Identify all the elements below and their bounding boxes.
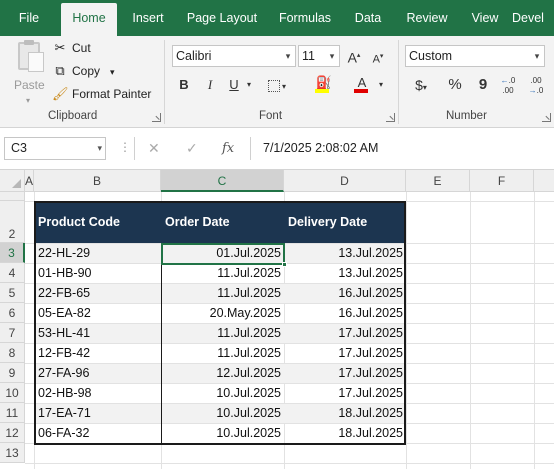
font-group-label: Font	[259, 110, 283, 122]
row-header-12[interactable]: 12	[0, 423, 25, 443]
cancel-icon[interactable]: ✕	[148, 137, 160, 160]
paste-label: Paste	[14, 78, 45, 92]
ribbon: Paste ▾ ✂ Cut ⧉ Copy ▾ 🖌 Format Painter Clip…	[0, 36, 554, 128]
tab-developer[interactable]: Devel	[512, 0, 554, 36]
borders-button[interactable]: ▾	[266, 74, 288, 96]
tab-page-layout[interactable]: Page Layout	[180, 0, 264, 36]
tab-view[interactable]: View	[464, 0, 506, 36]
paint-bucket-icon: ⛽	[315, 75, 333, 90]
name-box[interactable]: C3 ▾	[4, 137, 106, 160]
copy-button[interactable]: ⧉ Copy ▾	[52, 61, 115, 81]
number-format-select[interactable]: Custom ▾	[405, 45, 545, 67]
font-color-dropdown-icon[interactable]: ▾	[376, 74, 386, 96]
column-header-g[interactable]	[534, 170, 554, 192]
formula-input[interactable]: 7/1/2025 2:08:02 AM	[250, 137, 554, 160]
underline-dropdown-icon[interactable]: ▾	[244, 74, 254, 96]
number-group-label: Number	[446, 110, 487, 122]
bold-button[interactable]: B	[176, 74, 192, 96]
underline-button[interactable]: U	[226, 74, 242, 96]
tab-insert[interactable]: Insert	[124, 0, 172, 36]
row-header-2[interactable]: 2	[0, 201, 25, 243]
tab-review[interactable]: Review	[398, 0, 456, 36]
formula-bar-handle-icon[interactable]: ⋮	[119, 140, 131, 154]
column-header-f[interactable]: F	[470, 170, 534, 192]
column-header-a[interactable]: A	[25, 170, 34, 192]
decrease-decimal-button[interactable]: .00 →.0	[526, 74, 546, 96]
row-header-13[interactable]: 13	[0, 443, 25, 463]
row-header-1[interactable]	[0, 192, 25, 201]
ribbon-tab-bar: File Home Insert Page Layout Formulas Da…	[0, 0, 554, 36]
row-header-9[interactable]: 9	[0, 363, 25, 383]
formula-bar: C3 ▾ ⋮ ✕ ✓ fx 7/1/2025 2:08:02 AM	[0, 128, 554, 170]
row-header-7[interactable]: 7	[0, 323, 25, 343]
font-name-select[interactable]: Calibri ▾	[172, 45, 296, 67]
font-size-select[interactable]: 11 ▾	[298, 45, 340, 67]
clipboard-launcher-icon[interactable]	[152, 113, 161, 122]
row-header-10[interactable]: 10	[0, 383, 25, 403]
tab-data[interactable]: Data	[346, 0, 390, 36]
row-header-11[interactable]: 11	[0, 403, 25, 423]
copy-dropdown-icon: ▾	[110, 67, 115, 77]
clipboard-group-label: Clipboard	[48, 110, 98, 122]
active-cell-selection[interactable]	[161, 243, 285, 265]
copy-icon: ⧉	[55, 63, 65, 78]
tab-file[interactable]: File	[8, 0, 50, 36]
font-color-button[interactable]: A	[350, 72, 374, 94]
worksheet-grid[interactable]: A B C D E F 2 3 4 5 6 7 8 9 10 11 12 13 …	[0, 170, 554, 469]
paste-dropdown-icon: ▾	[26, 96, 31, 105]
shrink-font-button[interactable]: A▾	[370, 46, 386, 68]
percent-style-button[interactable]: %	[446, 74, 464, 96]
table-border	[34, 201, 406, 445]
number-launcher-icon[interactable]	[542, 113, 551, 122]
chevron-down-icon: ▾	[534, 51, 540, 61]
row-header-8[interactable]: 8	[0, 343, 25, 363]
chevron-down-icon: ▾	[329, 51, 335, 61]
cut-button[interactable]: ✂ Cut	[52, 38, 91, 58]
grow-font-button[interactable]: A▴	[346, 45, 362, 67]
italic-button[interactable]: I	[202, 74, 218, 96]
row-header-3[interactable]: 3	[0, 243, 25, 263]
insert-function-button[interactable]: fx	[222, 137, 234, 160]
row-header-6[interactable]: 6	[0, 303, 25, 323]
tab-formulas[interactable]: Formulas	[272, 0, 338, 36]
format-painter-button[interactable]: 🖌 Format Painter	[52, 84, 151, 104]
borders-icon	[267, 79, 280, 92]
scissors-icon: ✂	[54, 40, 66, 55]
paintbrush-icon: 🖌	[52, 86, 69, 101]
column-header-d[interactable]: D	[284, 170, 406, 192]
fill-handle[interactable]	[282, 262, 287, 267]
paste-button[interactable]: Paste ▾	[10, 40, 48, 105]
column-header-b[interactable]: B	[34, 170, 161, 192]
tab-home[interactable]: Home	[61, 3, 117, 36]
column-header-e[interactable]: E	[406, 170, 470, 192]
chevron-down-icon: ▾	[285, 51, 291, 61]
row-header-4[interactable]: 4	[0, 263, 25, 283]
fill-color-button[interactable]: ⛽	[312, 72, 336, 94]
accounting-format-button[interactable]: $▾	[410, 74, 432, 96]
comma-style-button[interactable]: 9	[474, 74, 492, 96]
chevron-down-icon: ▾	[97, 143, 102, 153]
enter-check-icon[interactable]: ✓	[186, 137, 198, 160]
column-header-c[interactable]: C	[161, 170, 284, 192]
select-all-button[interactable]	[0, 170, 25, 192]
increase-decimal-button[interactable]: ←.0.00	[498, 74, 518, 96]
font-launcher-icon[interactable]	[386, 113, 395, 122]
row-header-5[interactable]: 5	[0, 283, 25, 303]
